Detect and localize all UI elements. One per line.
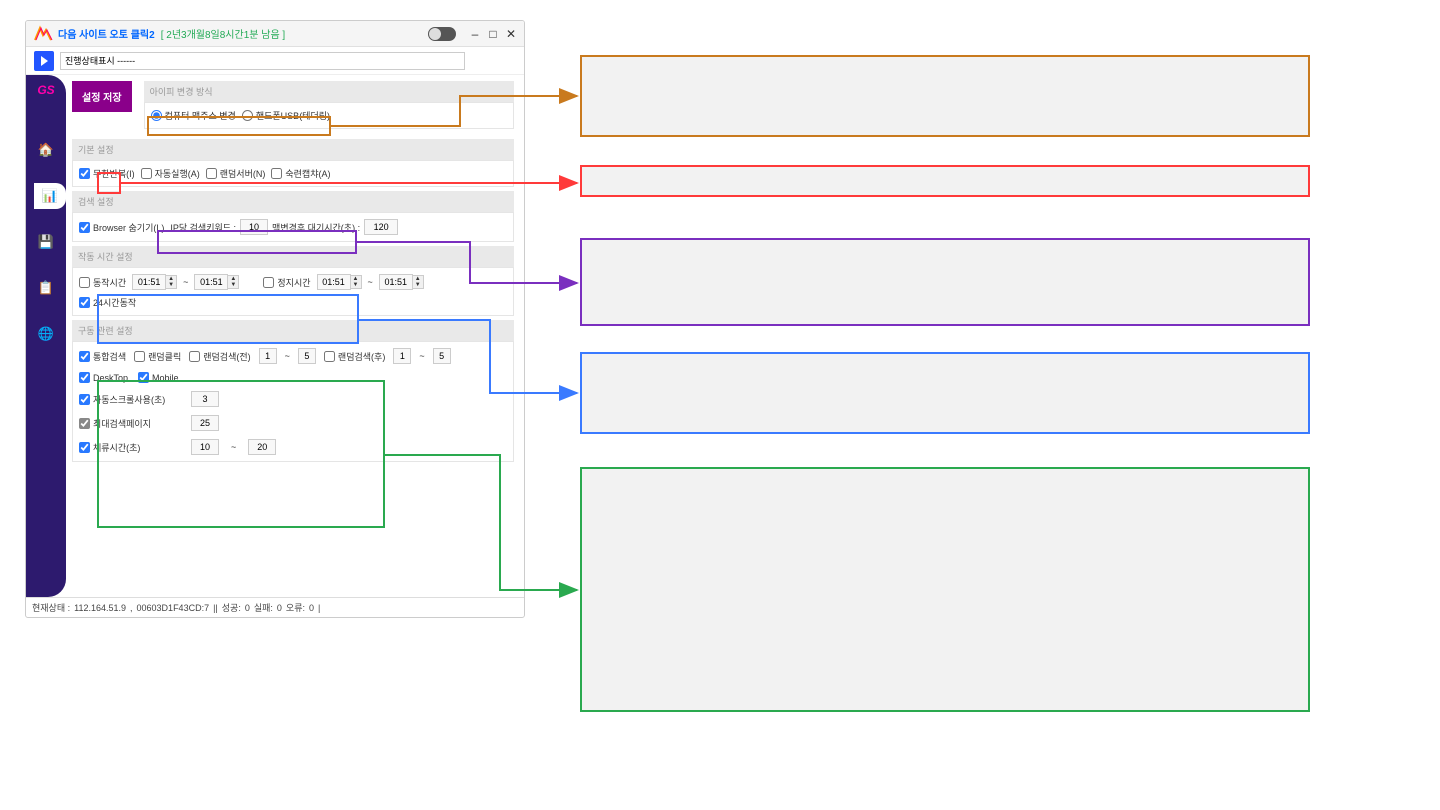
arrow-orange (0, 0, 1440, 810)
